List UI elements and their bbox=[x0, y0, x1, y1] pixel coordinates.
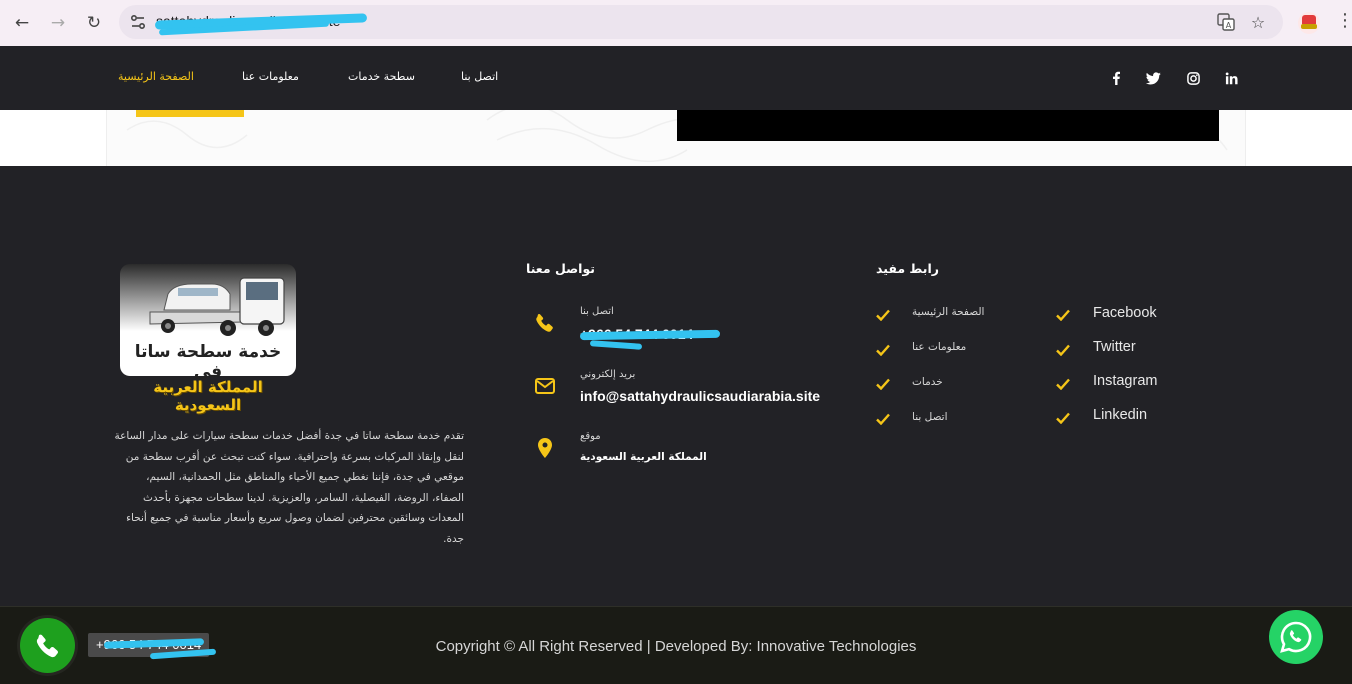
footer-link-services[interactable]: خدمات bbox=[912, 376, 943, 388]
phone-label: اتصل بنا bbox=[580, 306, 614, 317]
check-icon bbox=[1056, 309, 1070, 321]
logo-title: خدمة سطحة ساتا في bbox=[134, 342, 282, 382]
phone-icon bbox=[36, 634, 58, 657]
footer-link-facebook[interactable]: Facebook bbox=[1093, 305, 1157, 321]
whatsapp-icon bbox=[1280, 621, 1312, 653]
call-button[interactable] bbox=[20, 618, 75, 673]
check-icon bbox=[1056, 378, 1070, 390]
footer-link-home[interactable]: الصفحة الرئيسية bbox=[912, 306, 984, 318]
site-navbar: الصفحة الرئيسية معلومات عنا سطحة خدمات ا… bbox=[0, 46, 1352, 110]
extension-icon[interactable] bbox=[1298, 12, 1320, 34]
footer-link-twitter[interactable]: Twitter bbox=[1093, 339, 1136, 355]
forward-arrow-icon: → bbox=[50, 13, 66, 33]
location-value: المملكة العربية السعودية bbox=[580, 451, 707, 463]
footer-link-about[interactable]: معلومات عنا bbox=[912, 341, 966, 353]
footer-link-linkedin[interactable]: Linkedin bbox=[1093, 407, 1147, 423]
bookmark-star-icon[interactable]: ☆ bbox=[1248, 12, 1268, 32]
svg-text:A: A bbox=[1226, 21, 1232, 30]
check-icon bbox=[1056, 412, 1070, 424]
nav-about[interactable]: معلومات عنا bbox=[242, 70, 299, 83]
email-label: بريد إلكتروني bbox=[580, 369, 636, 380]
site-settings-icon[interactable] bbox=[129, 13, 147, 31]
footer-link-contact[interactable]: اتصل بنا bbox=[912, 411, 948, 423]
address-bar[interactable]: sattahydraulicsaudiarabia.site A ☆ bbox=[119, 5, 1283, 39]
check-icon bbox=[1056, 344, 1070, 356]
back-button[interactable]: ← bbox=[8, 9, 36, 37]
back-arrow-icon: ← bbox=[14, 13, 30, 33]
linkedin-icon[interactable] bbox=[1222, 69, 1240, 87]
contact-heading: تواصل معنا bbox=[526, 261, 595, 276]
browser-toolbar: ← → ↻ sattahydraulicsaudiarabia.site A ☆… bbox=[0, 0, 1352, 46]
logo-subtitle: المملكة العربية السعودية bbox=[153, 378, 263, 414]
facebook-icon[interactable] bbox=[1107, 69, 1125, 87]
twitter-icon[interactable] bbox=[1144, 69, 1162, 87]
phone-icon bbox=[536, 314, 553, 332]
yellow-button-edge[interactable] bbox=[136, 110, 244, 117]
reload-button[interactable]: ↻ bbox=[80, 9, 108, 37]
translate-icon[interactable]: A bbox=[1216, 12, 1236, 32]
nav-contact[interactable]: اتصل بنا bbox=[461, 70, 498, 83]
browser-menu-icon[interactable]: ⋮ bbox=[1336, 12, 1352, 30]
nav-home[interactable]: الصفحة الرئيسية bbox=[118, 70, 194, 83]
footer-link-instagram[interactable]: Instagram bbox=[1093, 373, 1157, 389]
about-paragraph: تقدم خدمة سطحة ساتا في جدة أفضل خدمات سط… bbox=[114, 430, 464, 545]
whatsapp-button[interactable] bbox=[1269, 610, 1323, 664]
video-frame bbox=[677, 110, 1219, 141]
location-label: موقع bbox=[580, 431, 601, 442]
envelope-icon bbox=[535, 378, 555, 394]
site-logo[interactable]: خدمة سطحة ساتا في المملكة العربية السعود… bbox=[120, 264, 296, 414]
check-icon bbox=[876, 413, 890, 425]
check-icon bbox=[876, 378, 890, 390]
check-icon bbox=[876, 309, 890, 321]
reload-icon: ↻ bbox=[86, 13, 102, 33]
nav-services[interactable]: سطحة خدمات bbox=[348, 70, 415, 83]
forward-button[interactable]: → bbox=[44, 9, 72, 37]
location-pin-icon bbox=[538, 438, 552, 458]
tow-truck-icon bbox=[149, 277, 285, 336]
check-icon bbox=[876, 344, 890, 356]
useful-links-heading: رابط مفيد bbox=[876, 261, 939, 276]
email-value[interactable]: info@sattahydraulicsaudiarabia.site bbox=[580, 388, 820, 404]
instagram-icon[interactable] bbox=[1184, 69, 1202, 87]
